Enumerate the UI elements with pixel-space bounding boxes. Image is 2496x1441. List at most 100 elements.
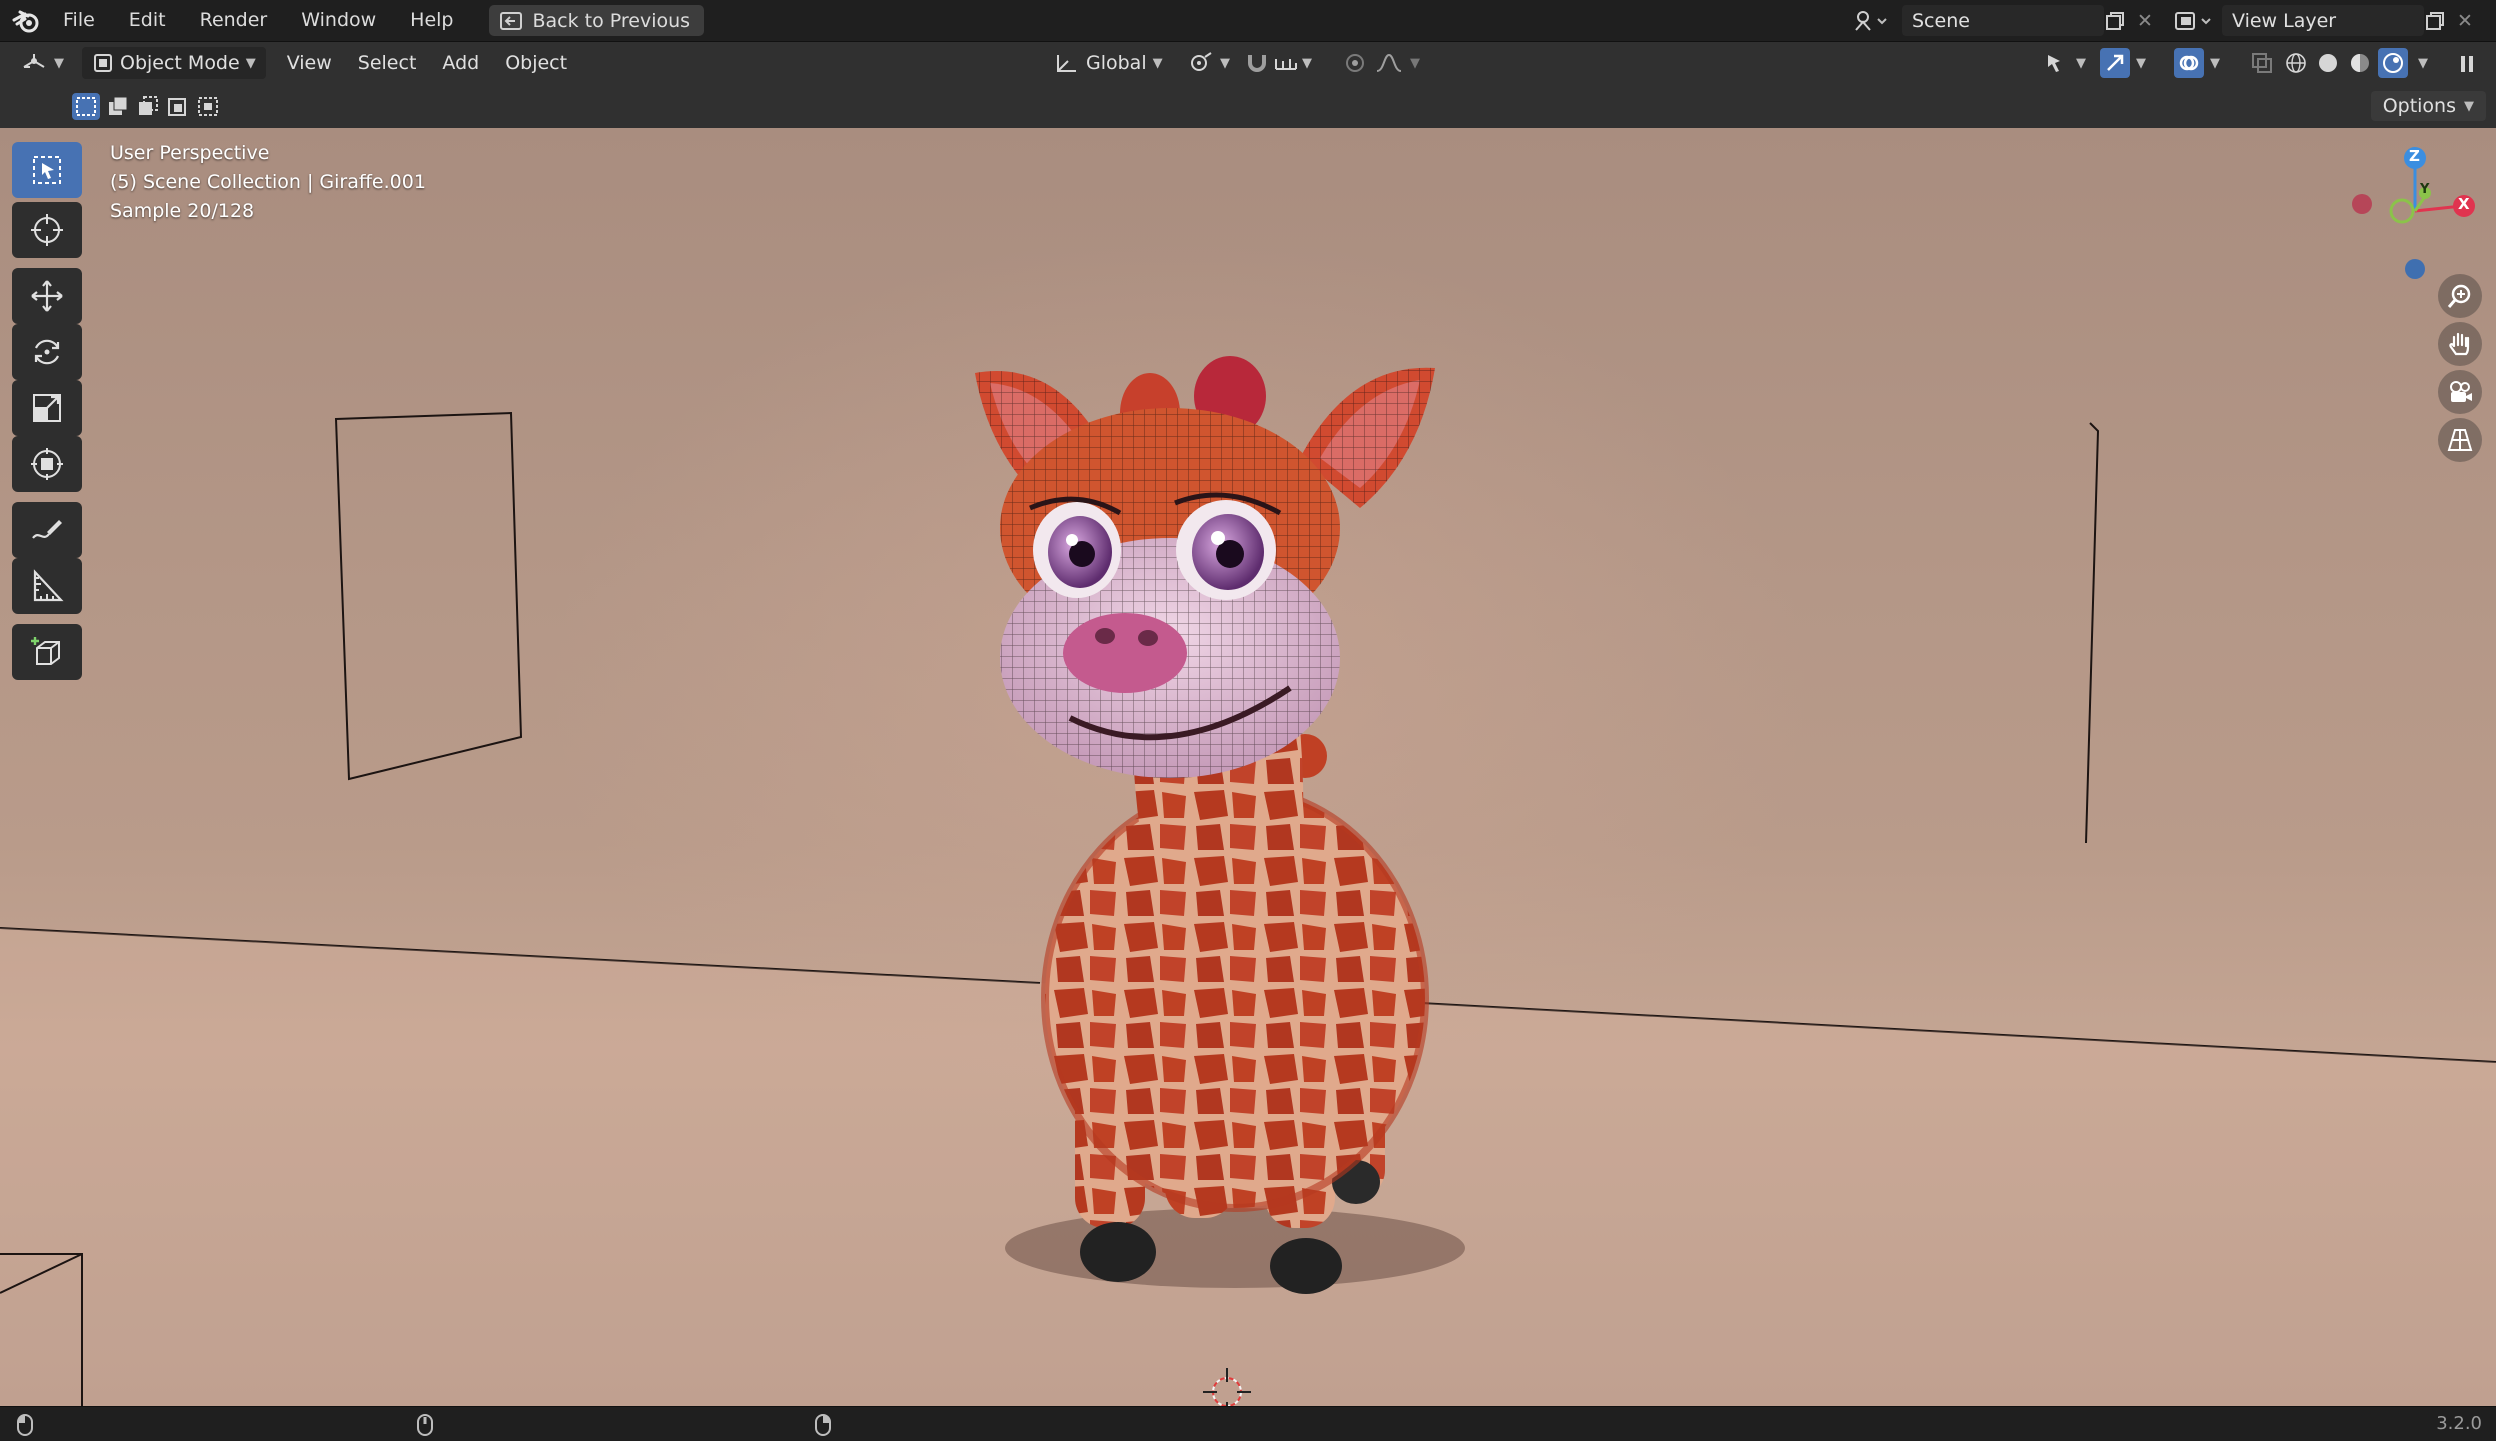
camera-view-button[interactable]: [2438, 370, 2482, 414]
tool-move[interactable]: [12, 268, 82, 324]
pivot-icon: [1191, 52, 1212, 71]
zoom-view-button[interactable]: [2438, 274, 2482, 318]
options-label: Options: [2382, 95, 2456, 117]
menu-render[interactable]: Render: [183, 0, 285, 41]
overlays-icon: [2174, 48, 2204, 78]
rendered-shading-button[interactable]: [2378, 48, 2408, 78]
transform-icon: [31, 448, 63, 480]
3d-viewport-icon: [23, 54, 45, 68]
pause-render-button[interactable]: [2452, 50, 2482, 78]
delete-scene-button[interactable]: ✕: [2132, 5, 2158, 36]
menu-help[interactable]: Help: [393, 0, 470, 41]
menu-add[interactable]: Add: [429, 42, 492, 84]
object-mode-icon: [94, 54, 112, 72]
menu-object[interactable]: Object: [492, 42, 580, 84]
select-mode-invert-button[interactable]: [164, 93, 192, 120]
magnet-icon: [1248, 55, 1266, 72]
menu-window[interactable]: Window: [284, 0, 393, 41]
tool-transform[interactable]: [12, 436, 82, 492]
chevron-down-icon: ▼: [2076, 55, 2086, 71]
gizmo-toggle-button[interactable]: [2096, 47, 2134, 79]
pivot-point-dropdown[interactable]: ▼: [1180, 47, 1238, 79]
tool-add-cube[interactable]: [12, 624, 82, 680]
overlays-toggle-button[interactable]: [2170, 47, 2208, 79]
menu-file[interactable]: File: [46, 0, 112, 41]
tool-rotate[interactable]: [12, 324, 82, 380]
cursor-arrow-icon: [2048, 55, 2060, 72]
tool-cursor[interactable]: [12, 202, 82, 258]
rendered-sphere-icon: [2383, 53, 2403, 73]
pan-view-button[interactable]: [2438, 322, 2482, 366]
close-icon: ✕: [2137, 9, 2153, 32]
gizmo-options-dropdown[interactable]: ▼: [2134, 47, 2148, 79]
overlays-options-dropdown[interactable]: ▼: [2208, 47, 2222, 79]
tool-scale[interactable]: [12, 380, 82, 436]
transform-orientation-dropdown[interactable]: Global ▼: [1046, 47, 1171, 79]
solid-shading-button[interactable]: [2314, 49, 2342, 77]
select-extend-icon: [109, 96, 128, 115]
pause-icon: [2461, 56, 2473, 72]
select-invert-icon: [168, 98, 186, 116]
chevron-down-icon[interactable]: ▼: [2418, 56, 2428, 71]
menu-view[interactable]: View: [274, 42, 345, 84]
3d-viewport[interactable]: User Perspective (5) Scene Collection | …: [0, 128, 2496, 1406]
options-dropdown[interactable]: Options ▼: [2370, 91, 2486, 121]
tool-measure[interactable]: [12, 558, 82, 614]
xray-icon: [2252, 53, 2272, 73]
object-mode-dropdown[interactable]: Object Mode ▼: [82, 47, 266, 79]
new-view-layer-button[interactable]: [2420, 5, 2450, 36]
select-mode-extend-button[interactable]: [104, 93, 132, 120]
navigation-gizmo[interactable]: Z X Y: [2340, 138, 2490, 288]
scene-name-field[interactable]: Scene: [1902, 5, 2104, 36]
wireframe-shading-button[interactable]: [2282, 49, 2310, 77]
view-layer-icon: [2175, 11, 2211, 30]
viewport-header: ▼ Object Mode ▼ View Select Add Object G…: [0, 42, 2496, 84]
chevron-down-icon: ▼: [1410, 55, 1420, 71]
status-bar: 3.2.0: [0, 1406, 2496, 1441]
tool-select-box[interactable]: [12, 142, 82, 198]
rotate-icon: [34, 339, 60, 365]
chevron-down-icon: ▼: [2464, 98, 2474, 114]
material-preview-button[interactable]: [2346, 49, 2374, 77]
chevron-down-icon: ▼: [245, 55, 256, 71]
toggle-ortho-button[interactable]: [2438, 418, 2482, 462]
select-new-icon: [76, 97, 96, 116]
view-perspective-label: User Perspective: [110, 142, 270, 164]
axis-neg-x-handle: [2352, 194, 2372, 214]
select-intersect-icon: [198, 97, 218, 116]
blender-logo-icon[interactable]: [6, 0, 46, 41]
chevron-down-icon: ▼: [1220, 55, 1230, 71]
falloff-curve-icon: [1376, 53, 1402, 72]
menu-select[interactable]: Select: [345, 42, 430, 84]
mouse-right-icon: [814, 1414, 832, 1441]
add-cube-icon: [31, 637, 60, 665]
proportional-editing-controls[interactable]: ▼: [1334, 47, 1428, 79]
delete-view-layer-button[interactable]: ✕: [2452, 5, 2478, 36]
zoom-magnifier-icon: [2447, 284, 2471, 308]
view-layer-type-selector[interactable]: [2172, 5, 2222, 36]
cursor-crosshair-icon: [31, 214, 63, 246]
tool-annotate[interactable]: [12, 502, 82, 558]
new-scene-button[interactable]: [2100, 5, 2130, 36]
chevron-down-icon: ▼: [54, 55, 64, 71]
selectability-dropdown[interactable]: ▼: [2036, 47, 2094, 79]
select-mode-subtract-button[interactable]: [134, 93, 162, 120]
view-layer-name-field[interactable]: View Layer: [2222, 5, 2424, 36]
select-mode-new-button[interactable]: [72, 93, 100, 120]
camera-icon: [2450, 381, 2472, 402]
xray-toggle-button[interactable]: [2246, 47, 2278, 79]
wireframe-sphere-icon: [2286, 53, 2306, 73]
back-to-previous-button[interactable]: Back to Previous: [488, 5, 705, 36]
proportional-editing-icon: [1346, 54, 1364, 72]
solid-sphere-icon: [2319, 54, 2337, 72]
snap-controls[interactable]: ▼: [1236, 47, 1320, 79]
duplicate-icon: [2426, 11, 2444, 30]
editor-type-dropdown[interactable]: ▼: [12, 47, 72, 79]
material-sphere-icon: [2351, 54, 2369, 72]
shading-mode-group: ▼: [2282, 47, 2428, 79]
gizmo-icon: [2100, 48, 2130, 78]
orientation-label: Global: [1086, 52, 1147, 74]
select-mode-intersect-button[interactable]: [194, 93, 222, 120]
tool-settings-bar: Options ▼: [0, 84, 2496, 128]
menu-edit[interactable]: Edit: [112, 0, 183, 41]
